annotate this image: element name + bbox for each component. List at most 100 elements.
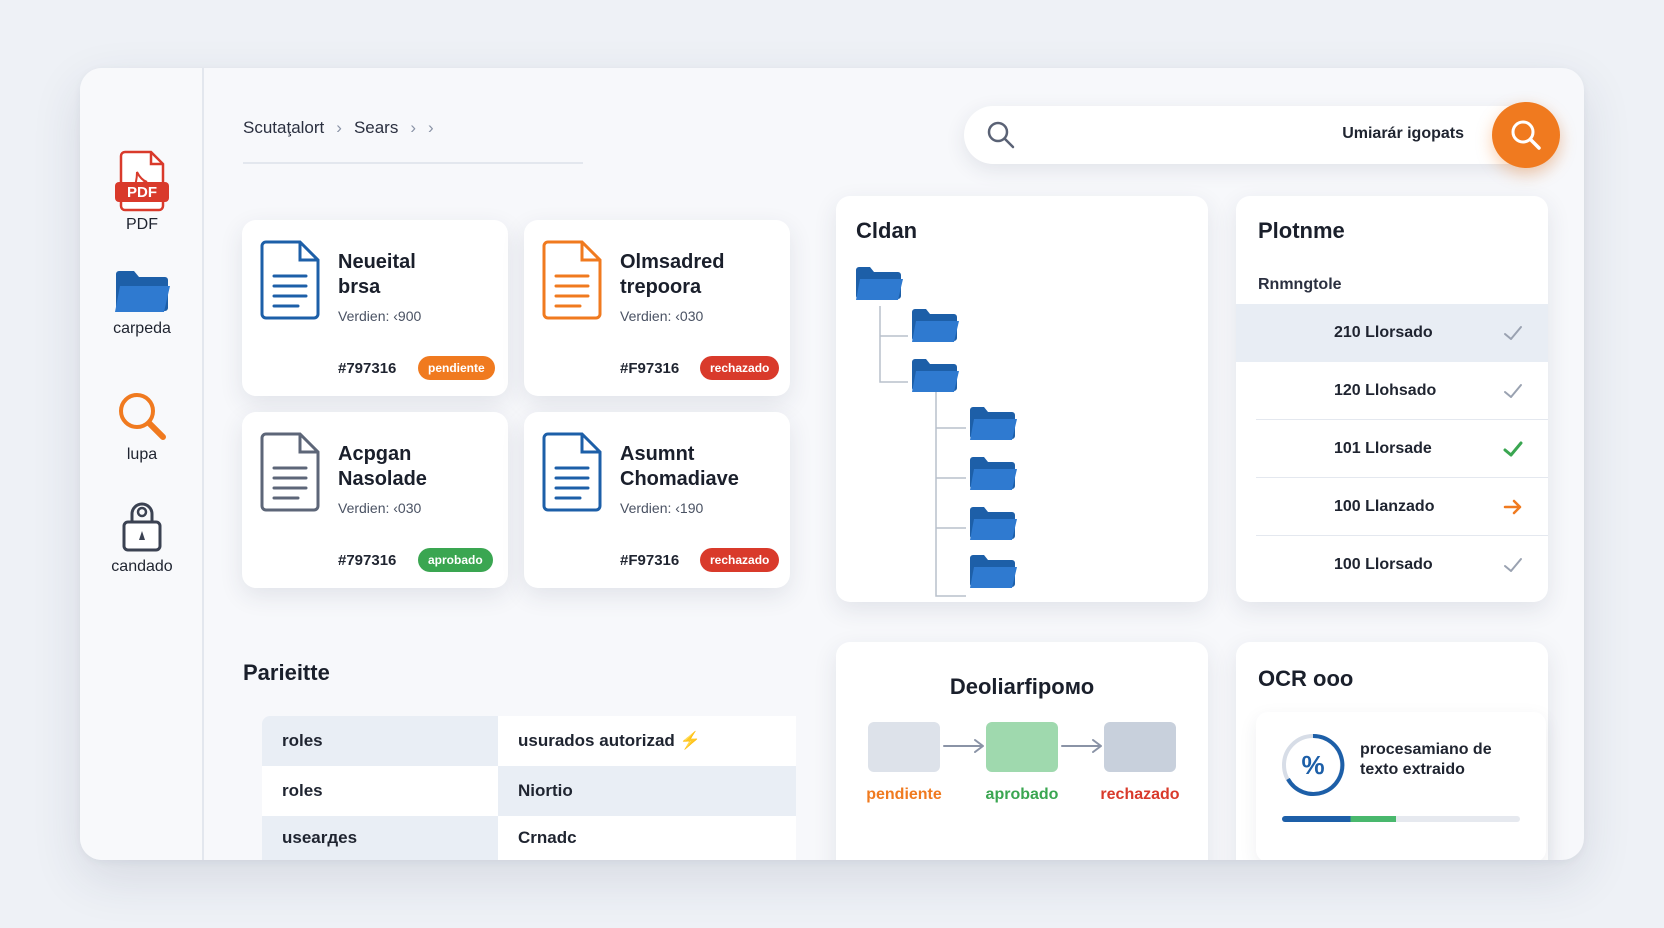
folder-icon[interactable] xyxy=(970,407,1017,440)
ocr-card: % procesamiano de texto extraido xyxy=(1256,712,1546,860)
document-card[interactable]: Asumnt Chomadiave Verdien: ‹190 #F97316 rec… xyxy=(524,412,790,588)
panel-title: OCR ooo xyxy=(1258,666,1354,691)
workflow-step-label: aprobado xyxy=(985,786,1059,803)
pdf-icon: PDF xyxy=(115,150,169,212)
chevron-right-icon: › xyxy=(336,118,342,137)
process-list-item[interactable]: 101 Llorsade xyxy=(1236,420,1548,478)
folder-icon[interactable] xyxy=(912,359,959,392)
folder-icon[interactable] xyxy=(970,457,1017,490)
magnifier-icon xyxy=(119,393,166,440)
document-version: Verdien: ‹030 xyxy=(338,500,422,516)
chevron-right-icon: › xyxy=(428,118,434,137)
process-list-panel: Plotnme Rnmngtole 210 Llorsado 120 Llohsa… xyxy=(1236,196,1548,602)
process-list-item[interactable]: 100 Llorsado xyxy=(1236,536,1548,594)
ocr-progress-fill xyxy=(1282,816,1397,822)
folder-icon xyxy=(115,271,170,312)
lock-icon xyxy=(122,502,162,552)
breadcrumb-item[interactable]: Sears xyxy=(354,118,398,138)
ocr-panel: OCR ooo % procesamiano de texto extraido xyxy=(1236,642,1548,860)
arrow-right-icon xyxy=(1502,496,1524,523)
document-version: Verdien: ‹900 xyxy=(338,308,422,324)
sidebar-item-label: PDF xyxy=(126,216,158,233)
status-badge: rechazado xyxy=(700,356,780,380)
status-badge: pendiente xyxy=(418,356,495,380)
sidebar-item-lupa[interactable]: lupa xyxy=(80,390,204,464)
breadcrumb-divider xyxy=(243,162,583,164)
sidebar-item-label: carpeda xyxy=(113,320,171,337)
document-version: Verdien: ‹030 xyxy=(620,308,704,324)
document-id: #F97316 xyxy=(620,552,680,569)
chevron-right-icon: › xyxy=(410,118,417,137)
table-cell: roles xyxy=(262,766,498,816)
sidebar-item-pdf[interactable]: PDF PDF xyxy=(80,150,204,234)
process-list-item[interactable]: 120 Llohsado xyxy=(1236,362,1548,420)
breadcrumb: Scutaţalort › Sears › › xyxy=(243,118,434,138)
document-id: #797316 xyxy=(338,552,397,569)
process-label: 210 Llorsado xyxy=(1334,324,1433,341)
document-card[interactable]: Neueital brsa Verdien: ‹900 #797316 pendien… xyxy=(242,220,508,396)
document-title: Asumnt Chomadiave xyxy=(620,443,739,490)
check-icon xyxy=(1502,322,1524,349)
status-badge: aprobado xyxy=(418,548,493,572)
status-badge: rechazado xyxy=(700,548,780,572)
table-row[interactable]: roles usurados autorizad ⚡ xyxy=(262,716,796,766)
panel-title: Plotnme xyxy=(1258,218,1345,243)
svg-text:PDF: PDF xyxy=(127,184,157,201)
document-id: #F97316 xyxy=(620,360,680,377)
arrow-right-icon xyxy=(942,736,988,761)
sidebar-item-candado[interactable]: candado xyxy=(80,498,204,576)
svg-text:%: % xyxy=(1301,750,1324,780)
permissions-title: Parieitte xyxy=(243,660,330,685)
document-icon xyxy=(260,432,322,517)
percent-icon: % xyxy=(1282,733,1345,796)
table-cell: roles xyxy=(262,716,498,766)
workflow-step-pendiente[interactable] xyxy=(868,722,940,772)
folder-icon[interactable] xyxy=(970,507,1017,540)
document-id: #797316 xyxy=(338,360,397,377)
process-label: 120 Llohsado xyxy=(1334,382,1437,399)
document-card[interactable]: Acpgan Nasolade Verdien: ‹030 #797316 aprob… xyxy=(242,412,508,588)
folder-icon[interactable] xyxy=(970,555,1017,588)
sidebar-item-carpeda[interactable]: carpeda xyxy=(80,268,204,338)
ocr-progress-bar xyxy=(1282,816,1520,822)
table-cell: Niortio xyxy=(498,766,796,816)
search-button[interactable] xyxy=(1492,102,1560,168)
process-label: 100 Llorsado xyxy=(1334,556,1433,573)
workflow-step-label: rechazado xyxy=(1100,786,1180,803)
workflow-step-aprobado[interactable] xyxy=(986,722,1058,772)
search-icon xyxy=(987,121,1015,149)
app-window: PDF PDF carpeda lupa candado Scutaţalort… xyxy=(80,68,1584,860)
arrow-right-icon xyxy=(1060,736,1106,761)
breadcrumb-item[interactable]: Scutaţalort xyxy=(243,118,324,138)
check-icon xyxy=(1502,380,1524,407)
folder-icon[interactable] xyxy=(856,267,903,300)
document-card[interactable]: Olmsadred trepoora Verdien: ‹030 #F97316 re… xyxy=(524,220,790,396)
process-label: 100 Llanzado xyxy=(1334,498,1435,515)
panel-subtitle: Rnmngtole xyxy=(1258,276,1342,293)
table-cell: Crnadc xyxy=(498,816,796,860)
process-list-item[interactable]: 210 Llorsado xyxy=(1236,304,1548,362)
search-input[interactable]: Umiarár igopats xyxy=(1342,125,1464,143)
document-icon xyxy=(260,240,322,325)
workflow-step-rechazado[interactable] xyxy=(1104,722,1176,772)
sidebar: PDF PDF carpeda lupa candado xyxy=(80,68,204,860)
document-title: Olmsadred trepoora xyxy=(620,251,725,298)
table-cell: usearдes xyxy=(262,816,498,860)
folder-tree xyxy=(856,267,1017,597)
check-icon xyxy=(1502,554,1524,581)
process-label: 101 Llorsade xyxy=(1334,440,1432,457)
workflow-panel: Deoliarfipoмо pendiente aprobado rechazado xyxy=(836,642,1208,860)
process-list-item[interactable]: 100 Llanzado xyxy=(1236,478,1548,536)
folder-tree-panel: Cldan xyxy=(836,196,1208,602)
folder-icon[interactable] xyxy=(912,309,959,342)
table-row[interactable]: roles Niortio xyxy=(262,766,796,816)
table-row[interactable]: usearдes Crnadc xyxy=(262,816,796,860)
sidebar-item-label: candado xyxy=(111,558,173,575)
document-version: Verdien: ‹190 xyxy=(620,500,704,516)
ocr-description: procesamiano de texto extraido xyxy=(1360,741,1492,778)
search-bar[interactable]: Umiarár igopats xyxy=(964,102,1560,168)
workflow-step-label: pendiente xyxy=(866,786,942,803)
document-title: Neueital brsa xyxy=(338,251,416,298)
sidebar-item-label: lupa xyxy=(126,446,158,463)
panel-title: Deoliarfipoмо xyxy=(949,674,1095,699)
